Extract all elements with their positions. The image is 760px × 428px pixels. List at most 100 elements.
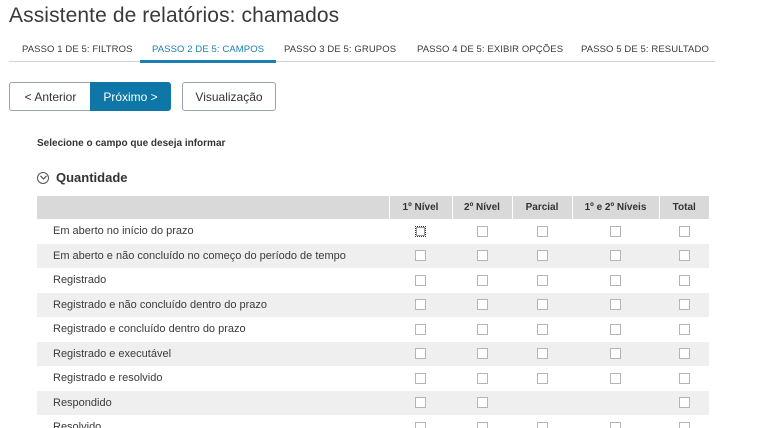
row-label: Resolvido	[53, 421, 102, 428]
field-checkbox[interactable]	[415, 225, 426, 237]
checkbox-cell	[512, 415, 572, 428]
field-checkbox[interactable]	[610, 274, 621, 286]
next-button[interactable]: Próximo >	[90, 82, 171, 111]
fields-table: 1º Nível 2º Nível Parcial 1º e 2º Níveis…	[37, 196, 709, 428]
field-checkbox[interactable]	[536, 372, 548, 384]
table-header-row: 1º Nível 2º Nível Parcial 1º e 2º Níveis…	[37, 196, 709, 219]
checkbox-cell	[659, 268, 709, 293]
field-checkbox[interactable]	[610, 348, 621, 360]
checkbox-cell	[389, 341, 452, 366]
field-checkbox[interactable]	[610, 323, 621, 335]
tab-step-5-result[interactable]: PASSO 5 DE 5: RESULTADO	[581, 44, 709, 62]
checkbox-cell	[452, 390, 512, 415]
column-header-field	[37, 196, 389, 219]
field-checkbox[interactable]	[415, 250, 426, 262]
field-checkbox[interactable]	[610, 421, 621, 428]
field-checkbox[interactable]	[536, 225, 548, 237]
field-checkbox[interactable]	[678, 274, 690, 286]
checkbox-cell	[389, 268, 452, 293]
checkbox-cell	[452, 415, 512, 428]
page-title: Assistente de relatórios: chamados	[9, 4, 340, 27]
previous-button[interactable]: < Anterior	[9, 82, 91, 111]
field-checkbox[interactable]	[476, 250, 488, 262]
field-checkbox[interactable]	[610, 250, 621, 262]
field-checkbox[interactable]	[415, 323, 426, 335]
field-checkbox[interactable]	[476, 397, 488, 409]
field-checkbox[interactable]	[610, 299, 621, 311]
field-checkbox[interactable]	[536, 421, 548, 428]
table-row: Respondido	[37, 390, 709, 415]
table-row: Resolvido	[37, 415, 709, 428]
field-checkbox[interactable]	[476, 372, 488, 384]
field-checkbox[interactable]	[678, 372, 690, 384]
section-header-quantidade[interactable]: Quantidade	[37, 170, 128, 185]
chevron-down-circle-icon[interactable]	[37, 171, 49, 184]
field-checkbox[interactable]	[678, 348, 690, 360]
checkbox-cell	[452, 268, 512, 293]
checkbox-cell	[389, 219, 452, 244]
tab-step-3-groups[interactable]: PASSO 3 DE 5: GRUPOS	[284, 44, 396, 62]
field-checkbox[interactable]	[476, 323, 488, 335]
checkbox-cell	[452, 341, 512, 366]
field-checkbox[interactable]	[536, 274, 548, 286]
field-checkbox[interactable]	[536, 250, 548, 262]
field-checkbox[interactable]	[476, 225, 488, 237]
column-header-level-1-and-2: 1º e 2º Níveis	[571, 196, 659, 219]
checkbox-cell	[389, 366, 452, 391]
checkbox-cell	[659, 219, 709, 244]
field-checkbox[interactable]	[415, 397, 426, 409]
row-label: Registrado e executável	[37, 341, 389, 366]
checkbox-cell	[659, 341, 709, 366]
field-checkbox[interactable]	[476, 299, 488, 311]
row-label: Registrado	[53, 274, 107, 287]
tab-step-4-display-options[interactable]: PASSO 4 DE 5: EXIBIR OPÇÕES	[417, 44, 563, 62]
row-label: Registrado e resolvido	[53, 372, 163, 385]
table-row: Registrado e executável	[37, 341, 709, 366]
field-checkbox[interactable]	[678, 299, 690, 311]
field-checkbox[interactable]	[678, 225, 690, 237]
field-checkbox[interactable]	[476, 274, 488, 286]
row-label: Em aberto e não concluído no começo do p…	[37, 243, 389, 268]
table-row: Registrado e resolvido	[37, 366, 709, 391]
field-checkbox[interactable]	[415, 421, 426, 428]
field-checkbox[interactable]	[678, 250, 690, 262]
field-checkbox[interactable]	[536, 348, 548, 360]
field-checkbox[interactable]	[678, 397, 690, 409]
field-checkbox[interactable]	[415, 372, 426, 384]
checkbox-cell	[512, 243, 572, 268]
checkbox-cell	[512, 219, 572, 244]
checkbox-cell	[512, 366, 572, 391]
field-checkbox[interactable]	[536, 299, 548, 311]
tab-step-1-filters[interactable]: PASSO 1 DE 5: FILTROS	[22, 44, 133, 62]
table-row: Registrado e não concluído dentro do pra…	[37, 292, 709, 317]
field-checkbox[interactable]	[610, 225, 621, 237]
checkbox-cell	[389, 415, 452, 428]
checkbox-cell	[572, 390, 659, 415]
checkbox-cell	[389, 317, 452, 342]
row-label: Registrado e concluído dentro do prazo	[53, 323, 246, 336]
checkbox-cell	[572, 268, 659, 293]
checkbox-cell	[452, 219, 512, 244]
field-checkbox[interactable]	[536, 323, 548, 335]
preview-button[interactable]: Visualização	[182, 82, 276, 111]
checkbox-cell	[572, 366, 659, 391]
tab-step-2-fields[interactable]: PASSO 2 DE 5: CAMPOS	[140, 44, 277, 63]
checkbox-cell	[452, 243, 512, 268]
row-label: Registrado e não concluído dentro do pra…	[37, 292, 389, 317]
checkbox-cell	[659, 366, 709, 391]
field-checkbox[interactable]	[476, 348, 488, 360]
checkbox-cell	[572, 292, 659, 317]
column-header-level-2: 2º Nível	[451, 196, 512, 219]
checkbox-cell	[452, 292, 512, 317]
field-checkbox[interactable]	[415, 348, 426, 360]
checkbox-cell	[659, 317, 709, 342]
field-checkbox[interactable]	[678, 323, 690, 335]
checkbox-cell	[452, 366, 512, 391]
field-checkbox[interactable]	[476, 421, 488, 428]
field-checkbox[interactable]	[415, 299, 426, 311]
field-checkbox[interactable]	[415, 274, 426, 286]
field-checkbox[interactable]	[678, 421, 690, 428]
checkbox-cell	[572, 219, 659, 244]
checkbox-cell	[659, 243, 709, 268]
field-checkbox[interactable]	[610, 372, 621, 384]
